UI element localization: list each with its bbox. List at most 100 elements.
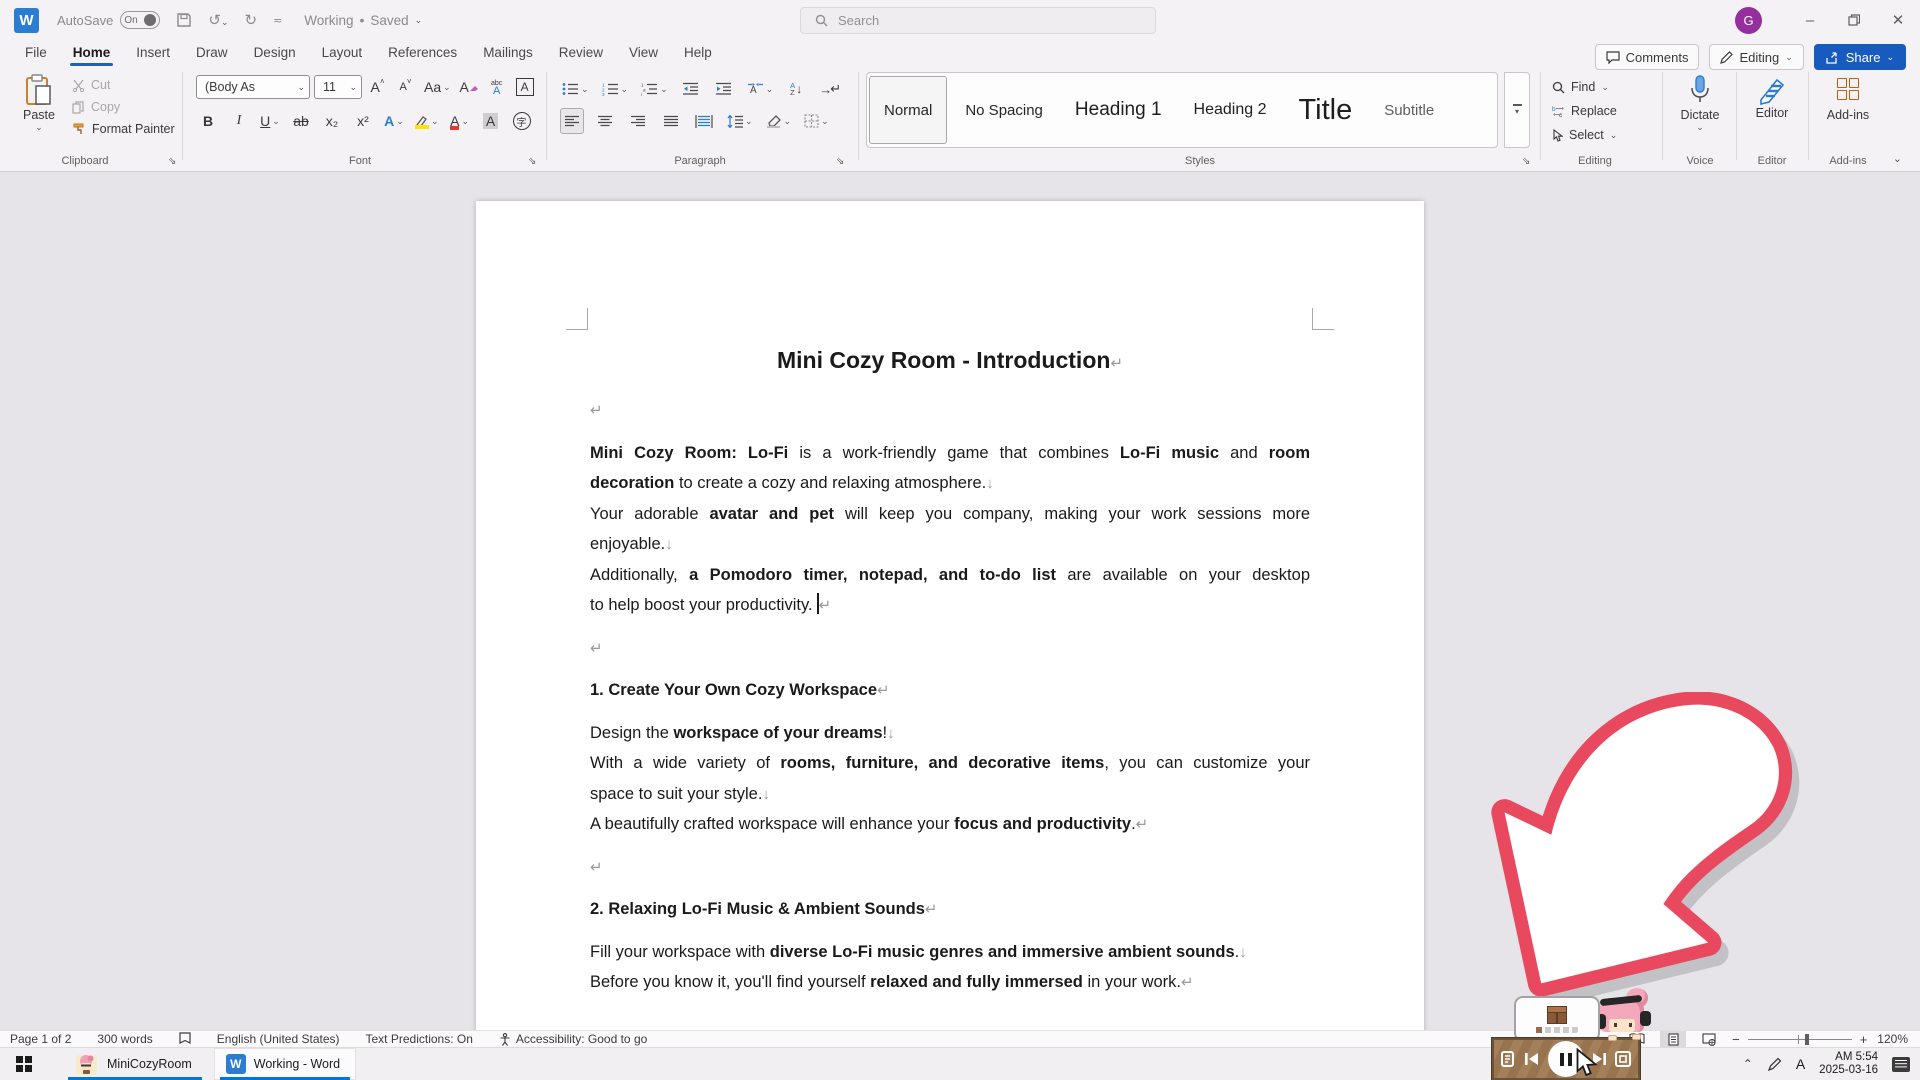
align-left-button[interactable]	[560, 108, 584, 134]
text-predictions[interactable]: Text Predictions: On	[366, 1032, 473, 1046]
start-button[interactable]	[0, 1048, 48, 1080]
minimize-button[interactable]: –	[1788, 0, 1832, 40]
align-center-button[interactable]	[593, 108, 617, 134]
borders-button[interactable]: ⌄	[802, 108, 831, 134]
clear-formatting-button[interactable]: A	[457, 74, 481, 100]
doc-line[interactable]: Mini Cozy Room: Lo-Fi is a work-friendly…	[590, 438, 1310, 469]
tab-help[interactable]: Help	[671, 45, 725, 66]
style-heading-2[interactable]: Heading 2	[1180, 76, 1281, 144]
bullet-list-button[interactable]: ⌄	[560, 76, 591, 102]
paste-button[interactable]: Paste ⌄	[16, 74, 62, 150]
highlight-color-button[interactable]: ⌄	[413, 108, 441, 134]
doc-line[interactable]: ↵	[590, 852, 1310, 883]
font-color-button[interactable]: A⌄	[448, 108, 472, 134]
distribute-text-button[interactable]	[692, 108, 716, 134]
save-button[interactable]	[176, 12, 192, 28]
doc-body-paragraph[interactable]: Mini Cozy Room: Lo-Fi is a work-friendly…	[590, 438, 1310, 621]
doc-line[interactable]: to help boost your productivity. ↵	[590, 590, 1310, 621]
taskbar-app-word[interactable]: W Working - Word	[214, 1048, 356, 1080]
doc-line[interactable]: Before you know it, you'll find yourself…	[590, 967, 1310, 998]
redo-button[interactable]: ↻	[245, 11, 258, 29]
doc-line[interactable]: decoration to create a cozy and relaxing…	[590, 468, 1310, 499]
add-ins-button[interactable]: Add-ins	[1818, 74, 1878, 122]
doc-body-paragraph[interactable]: Fill your workspace with diverse Lo-Fi m…	[590, 937, 1310, 998]
decrease-indent-button[interactable]	[679, 76, 703, 102]
tab-design[interactable]: Design	[241, 45, 309, 66]
text-effects-button[interactable]: A⌄	[382, 108, 406, 134]
search-input[interactable]: Search	[800, 7, 1156, 34]
shrink-font-button[interactable]: A˅	[394, 74, 418, 100]
customize-qat-button[interactable]: ≂	[273, 14, 282, 27]
doc-title-paragraph[interactable]: Mini Cozy Room - Introduction↵	[590, 337, 1310, 383]
superscript-button[interactable]: x²	[351, 108, 375, 134]
restore-button[interactable]	[1832, 0, 1876, 40]
sort-button[interactable]: AZ↓	[784, 76, 808, 102]
copy-button[interactable]: Copy	[72, 100, 120, 114]
taskbar-app-minicozyroom[interactable]: MiniCozyRoom	[62, 1048, 208, 1080]
underline-button[interactable]: U⌄	[258, 108, 282, 134]
bold-button[interactable]: B	[196, 108, 220, 134]
autosave-control[interactable]: AutoSave On	[57, 11, 160, 29]
multilevel-list-button[interactable]: 1ai⌄	[639, 76, 670, 102]
doc-line[interactable]: A beautifully crafted workspace will enh…	[590, 809, 1310, 840]
collapse-ribbon-button[interactable]: ⌄	[1893, 152, 1902, 165]
doc-line[interactable]: space to suit your style.↓	[590, 779, 1310, 810]
taskbar-clock[interactable]: AM 5:54 2025-03-16	[1819, 1051, 1878, 1077]
zoom-slider[interactable]: − +	[1732, 1032, 1867, 1047]
hidden-icons-chevron[interactable]: ⌃	[1743, 1057, 1753, 1071]
grow-font-button[interactable]: A˄	[366, 74, 390, 100]
style-title[interactable]: Title	[1284, 76, 1366, 144]
asian-layout-button[interactable]: A⌄	[745, 76, 776, 102]
style-heading-1[interactable]: Heading 1	[1061, 76, 1176, 144]
word-count[interactable]: 300 words	[97, 1032, 152, 1046]
widget-settings-button[interactable]	[1615, 1051, 1631, 1067]
doc-line[interactable]: With a wide variety of rooms, furniture,…	[590, 748, 1310, 779]
show-formatting-marks-button[interactable]: →↵	[817, 76, 843, 102]
print-layout-button[interactable]	[1660, 1031, 1686, 1047]
editor-button[interactable]: Editor	[1746, 74, 1798, 120]
tab-file[interactable]: File	[12, 45, 60, 66]
select-button[interactable]: Select⌄	[1552, 124, 1617, 146]
tab-home[interactable]: Home	[60, 45, 124, 66]
styles-dialog-launcher[interactable]: ⇘	[1522, 156, 1530, 167]
doc-empty-paragraph[interactable]: ↵	[590, 395, 1310, 426]
doc-line[interactable]: 2. Relaxing Lo-Fi Music & Ambient Sounds…	[590, 894, 1310, 925]
proofing-status[interactable]	[179, 1032, 191, 1046]
close-button[interactable]: ✕	[1876, 0, 1920, 40]
doc-line[interactable]: Design the workspace of your dreams!↓	[590, 718, 1310, 749]
previous-track-button[interactable]	[1524, 1052, 1539, 1066]
cut-button[interactable]: Cut	[72, 78, 110, 92]
paragraph-dialog-launcher[interactable]: ⇘	[836, 156, 844, 167]
strikethrough-button[interactable]: ab	[289, 108, 313, 134]
align-right-button[interactable]	[626, 108, 650, 134]
doc-line[interactable]: Mini Cozy Room - Introduction↵	[590, 337, 1310, 383]
tab-draw[interactable]: Draw	[183, 45, 241, 66]
ime-indicator[interactable]: A	[1796, 1056, 1805, 1072]
tab-references[interactable]: References	[375, 45, 470, 66]
autosave-toggle[interactable]: On	[120, 11, 160, 29]
clipboard-dialog-launcher[interactable]: ⇘	[168, 156, 176, 167]
action-center-icon[interactable]	[1892, 1057, 1910, 1072]
page[interactable]: Mini Cozy Room - Introduction↵ ↵ Mini Cozy…	[476, 201, 1424, 1030]
font-size-combo[interactable]: 11 ⌄	[314, 75, 362, 99]
doc-heading-paragraph[interactable]: 2. Relaxing Lo-Fi Music & Ambient Sounds…	[590, 894, 1310, 925]
lofi-media-player-bar[interactable]	[1492, 1038, 1640, 1080]
find-button[interactable]: Find⌄	[1552, 76, 1609, 98]
dictate-button[interactable]: Dictate ⌄	[1672, 74, 1728, 133]
styles-more-button[interactable]: ▾	[1504, 72, 1530, 148]
doc-heading-paragraph[interactable]: 1. Create Your Own Cozy Workspace↵	[590, 675, 1310, 706]
font-name-combo[interactable]: (Body As ⌄	[196, 75, 310, 99]
doc-line[interactable]: Fill your workspace with diverse Lo-Fi m…	[590, 937, 1310, 968]
tab-view[interactable]: View	[616, 45, 671, 66]
doc-line[interactable]: ↵	[590, 395, 1310, 426]
subscript-button[interactable]: x₂	[320, 108, 344, 134]
account-avatar[interactable]: G	[1735, 7, 1762, 34]
zoom-in-button[interactable]: +	[1860, 1032, 1868, 1047]
doc-line[interactable]: Additionally, a Pomodoro timer, notepad,…	[590, 560, 1310, 591]
increase-indent-button[interactable]	[712, 76, 736, 102]
doc-empty-paragraph[interactable]: ↵	[590, 633, 1310, 664]
doc-line[interactable]: 1. Create Your Own Cozy Workspace↵	[590, 675, 1310, 706]
comments-button[interactable]: Comments	[1595, 44, 1700, 70]
editing-mode-button[interactable]: Editing ⌄	[1709, 44, 1803, 70]
tab-insert[interactable]: Insert	[123, 45, 183, 66]
